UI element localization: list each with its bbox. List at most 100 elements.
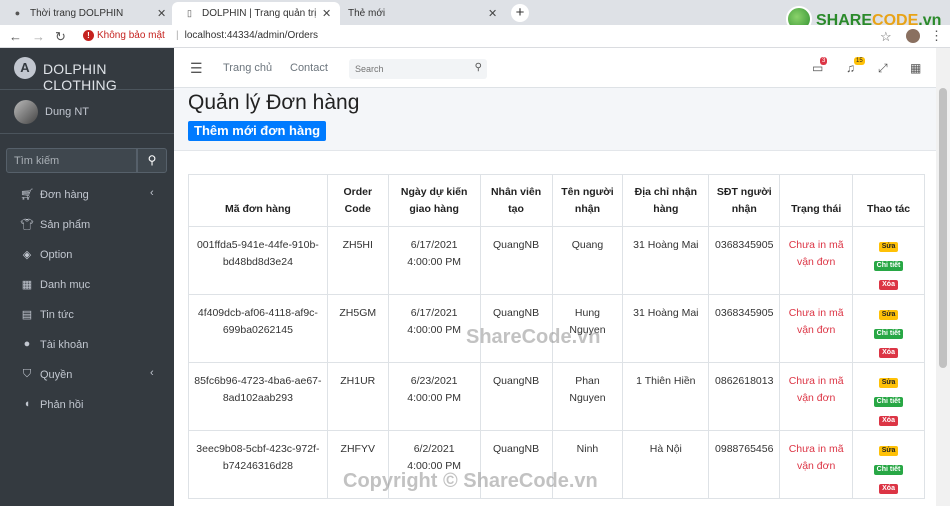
- delete-button[interactable]: Xóa: [879, 484, 898, 494]
- sidebar-item-accounts[interactable]: ● Tài khoản: [0, 330, 174, 360]
- browser-tab-shop[interactable]: ● Thời trang DOLPHIN ✕: [0, 2, 172, 25]
- user-panel[interactable]: Dung NT: [0, 90, 174, 134]
- reload-icon[interactable]: ↻: [55, 29, 66, 45]
- cell-order-code: ZH5GM: [326, 294, 389, 363]
- date-text: 6/17/2021: [410, 239, 458, 251]
- nav-link-contact[interactable]: Contact: [290, 62, 328, 74]
- sidebar-menu: 🛒︎ Đơn hàng ‹ 👕︎ Sản phẩm ◈ Option ▦ Dan…: [0, 180, 174, 420]
- url-text: localhost:44334/admin/Orders: [184, 30, 319, 41]
- globe-icon: ●: [14, 8, 21, 18]
- sidebar-item-label: Đơn hàng: [40, 189, 89, 201]
- cell-address: 31 Hoàng Mai: [622, 294, 710, 363]
- cell-recipient: Ninh: [551, 430, 624, 499]
- date-text: 6/23/2021: [410, 375, 458, 387]
- edit-button[interactable]: Sửa: [878, 378, 899, 388]
- scrollbar-thumb[interactable]: [939, 88, 947, 368]
- cart-icon: 🛒︎: [20, 189, 34, 201]
- table-row: 001ffda5-941e-44fe-910b-bd48bd8d3e24 ZH5…: [188, 226, 925, 295]
- cell-actions: Sửa Chi tiết Xóa: [852, 362, 925, 431]
- tab-title: Thời trang DOLPHIN: [30, 8, 124, 19]
- close-icon[interactable]: ✕: [322, 7, 331, 20]
- browser-tab-new[interactable]: Thẻ mới ✕: [340, 2, 506, 25]
- sidebar-item-feedback[interactable]: ◖ Phản hồi: [0, 390, 174, 420]
- bell-icon[interactable]: ♫ 15: [846, 57, 865, 75]
- sidebar-item-news[interactable]: ▤ Tin tức: [0, 300, 174, 330]
- nav-link-home[interactable]: Trang chủ: [223, 62, 272, 74]
- fullscreen-icon[interactable]: ⤢: [878, 61, 888, 76]
- news-icon: ▤: [21, 309, 33, 321]
- time-text: 4:00:00 PM: [407, 460, 461, 472]
- column-header: Địa chỉ nhận hàng: [622, 174, 710, 227]
- sidebar-item-label: Quyền: [40, 369, 73, 381]
- browser-tab-admin[interactable]: ▯ DOLPHIN | Trang quản trị ✕: [172, 2, 340, 25]
- cell-delivery-date: 6/17/2021 4:00:00 PM: [387, 294, 481, 363]
- cell-staff: QuangNB: [479, 362, 553, 431]
- cell-address: Hà Nội: [622, 430, 710, 499]
- tab-title: DOLPHIN | Trang quản trị: [202, 8, 317, 19]
- comment-icon: ◖: [23, 398, 31, 410]
- search-icon[interactable]: ⚲: [475, 62, 482, 73]
- delete-button[interactable]: Xóa: [879, 416, 898, 426]
- edit-button[interactable]: Sửa: [878, 310, 899, 320]
- page-icon: ▯: [187, 8, 192, 18]
- edit-button[interactable]: Sửa: [878, 242, 899, 252]
- cell-order-code: ZH5HI: [326, 226, 389, 295]
- close-icon[interactable]: ✕: [157, 7, 166, 20]
- delete-button[interactable]: Xóa: [879, 348, 898, 358]
- messages-badge: 3: [820, 57, 828, 65]
- orders-table: Mã đơn hàng Order Code Ngày dự kiến giao…: [188, 174, 925, 499]
- brand-link[interactable]: A DOLPHIN CLOTHING: [0, 48, 174, 93]
- apps-grid-icon[interactable]: ▦: [910, 61, 921, 75]
- cell-order-id: 001ffda5-941e-44fe-910b-bd48bd8d3e24: [188, 226, 328, 295]
- cell-address: 1 Thiên Hiền: [622, 362, 710, 431]
- brand-logo-icon: A: [14, 57, 36, 79]
- sidebar-search-input[interactable]: [6, 148, 137, 173]
- sidebar-item-roles[interactable]: ⛉ Quyền ‹: [0, 360, 174, 390]
- column-header: SĐT người nhận: [708, 174, 781, 227]
- cell-delivery-date: 6/17/2021 4:00:00 PM: [387, 226, 481, 295]
- cell-actions: Sửa Chi tiết Xóa: [852, 294, 925, 363]
- sidebar-item-products[interactable]: 👕︎ Sản phẩm: [0, 210, 174, 240]
- page-title: Quản lý Đơn hàng: [188, 91, 360, 114]
- detail-button[interactable]: Chi tiết: [873, 397, 904, 407]
- cell-staff: QuangNB: [479, 294, 553, 363]
- forward-icon[interactable]: →: [32, 29, 45, 44]
- warning-icon: !: [83, 30, 94, 41]
- navbar-search: ⚲: [349, 59, 487, 79]
- user-name: Dung NT: [45, 106, 90, 118]
- cell-actions: Sửa Chi tiết Xóa: [852, 226, 925, 295]
- menu-toggle-icon[interactable]: ☰: [190, 60, 203, 77]
- sidebar: A DOLPHIN CLOTHING Dung NT ⚲ 🛒︎ Đơn hàng…: [0, 48, 174, 506]
- messages-icon[interactable]: ▭ 3: [812, 57, 828, 75]
- sidebar-item-option[interactable]: ◈ Option: [0, 240, 174, 270]
- address-bar: ← → ↻ ! Không bảo mật | localhost:44334/ad…: [0, 25, 950, 48]
- layers-icon: ◈: [22, 249, 32, 261]
- page-scrollbar[interactable]: [936, 48, 950, 506]
- sidebar-item-categories[interactable]: ▦ Danh mục: [0, 270, 174, 300]
- detail-button[interactable]: Chi tiết: [873, 465, 904, 475]
- cell-status: Chưa in mã vận đơn: [779, 226, 854, 295]
- search-icon[interactable]: ⚲: [137, 148, 167, 173]
- close-icon[interactable]: ✕: [488, 7, 497, 20]
- url-field[interactable]: | localhost:44334/admin/Orders: [176, 30, 318, 41]
- edit-button[interactable]: Sửa: [878, 446, 899, 456]
- cell-status: Chưa in mã vận đơn: [779, 362, 854, 431]
- profile-avatar[interactable]: [906, 29, 920, 43]
- back-icon[interactable]: ←: [9, 29, 22, 44]
- navbar-search-input[interactable]: [349, 59, 467, 79]
- menu-dots-icon[interactable]: ⋮: [930, 28, 943, 44]
- delete-button[interactable]: Xóa: [879, 280, 898, 290]
- time-text: 4:00:00 PM: [407, 256, 461, 268]
- cell-phone: 0368345905: [708, 294, 781, 363]
- new-tab-button[interactable]: +: [511, 4, 529, 22]
- cell-order-id: 85fc6b96-4723-4ba6-ae67-8ad102aab293: [188, 362, 328, 431]
- add-order-button[interactable]: Thêm mới đơn hàng: [188, 121, 327, 141]
- star-icon[interactable]: ☆: [880, 29, 892, 45]
- security-warning[interactable]: ! Không bảo mật: [83, 30, 165, 41]
- detail-button[interactable]: Chi tiết: [873, 261, 904, 271]
- orders-card: Mã đơn hàng Order Code Ngày dự kiến giao…: [174, 150, 936, 506]
- column-header: Nhân viên tạo: [479, 174, 553, 227]
- cell-staff: QuangNB: [479, 226, 553, 295]
- detail-button[interactable]: Chi tiết: [873, 329, 904, 339]
- sidebar-item-orders[interactable]: 🛒︎ Đơn hàng ‹: [0, 180, 174, 210]
